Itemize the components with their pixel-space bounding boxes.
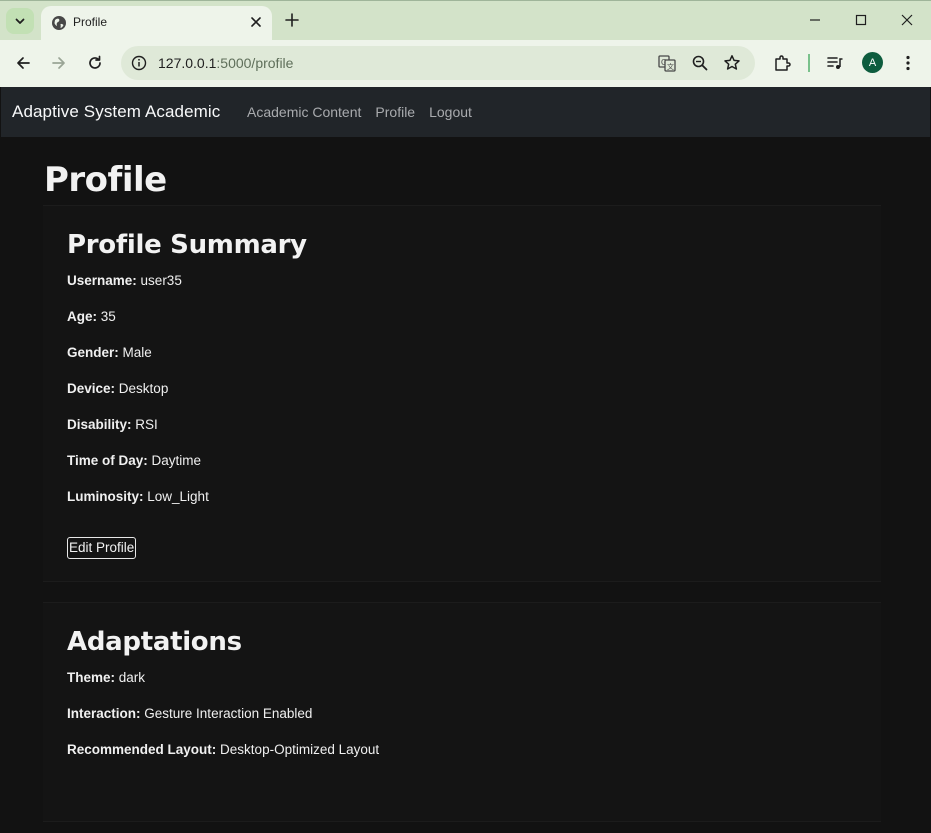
extensions-puzzle-icon[interactable] (773, 54, 791, 72)
zoom-icon[interactable] (691, 54, 709, 72)
field-label: Luminosity: (67, 489, 144, 504)
field-label: Time of Day: (67, 453, 148, 468)
field-value: Gesture Interaction Enabled (144, 706, 313, 721)
tab-search-button[interactable] (6, 8, 34, 34)
site-info-icon[interactable] (131, 55, 147, 71)
field-time-of-day: Time of Day: Daytime (67, 453, 201, 468)
field-label: Username: (67, 273, 137, 288)
field-value: Low_Light (147, 489, 209, 504)
nav-link-logout[interactable]: Logout (429, 104, 472, 120)
new-tab-plus-icon[interactable] (284, 12, 300, 28)
nav-link-profile[interactable]: Profile (375, 104, 415, 120)
chevron-down-icon (14, 15, 26, 27)
translate-icon[interactable]: G文 (658, 54, 676, 72)
bookmark-star-icon[interactable] (723, 54, 741, 72)
field-label: Recommended Layout: (67, 742, 217, 757)
field-value: user35 (140, 273, 182, 288)
more-vertical-icon[interactable] (899, 54, 917, 72)
field-label: Gender: (67, 345, 119, 360)
browser-toolbar: 127.0.0.1:5000/profile G文 (0, 40, 931, 87)
nav-link-academic-content[interactable]: Academic Content (247, 104, 361, 120)
field-label: Interaction: (67, 706, 141, 721)
maximize-icon[interactable] (854, 13, 868, 27)
field-value: 35 (100, 309, 116, 324)
field-label: Device: (67, 381, 116, 396)
field-value: Desktop (118, 381, 169, 396)
field-value: Daytime (151, 453, 202, 468)
reload-icon[interactable] (86, 54, 104, 72)
profile-summary-card: Profile Summary Username: user35 Age: 35… (43, 205, 881, 582)
field-gender: Gender: Male (67, 345, 152, 360)
profile-summary-heading: Profile Summary (67, 230, 307, 260)
field-label: Age: (67, 309, 97, 324)
back-arrow-icon[interactable] (14, 54, 32, 72)
field-disability: Disability: RSI (67, 417, 158, 432)
field-recommended-layout: Recommended Layout: Desktop-Optimized La… (67, 742, 379, 757)
field-value: Desktop-Optimized Layout (220, 742, 380, 757)
toolbar-divider (808, 54, 810, 72)
browser-tab-strip: Profile (0, 0, 931, 41)
field-username: Username: user35 (67, 273, 182, 288)
url-path: :5000/profile (216, 55, 294, 71)
close-icon[interactable] (249, 15, 263, 29)
browser-tab-active[interactable]: Profile (41, 6, 272, 41)
adaptations-heading: Adaptations (67, 627, 242, 657)
field-value: Male (122, 345, 152, 360)
edit-profile-button[interactable]: Edit Profile (67, 537, 137, 559)
page-title: Profile (44, 160, 167, 200)
field-device: Device: Desktop (67, 381, 168, 396)
navbar-brand[interactable]: Adaptive System Academic (12, 102, 220, 122)
svg-text:文: 文 (667, 62, 674, 71)
field-label: Disability: (67, 417, 132, 432)
profile-avatar[interactable]: A (862, 52, 883, 73)
window-close-icon[interactable] (900, 13, 914, 27)
field-value: RSI (135, 417, 158, 432)
field-age: Age: 35 (67, 309, 116, 324)
nav-links: Academic Content Profile Logout (247, 104, 472, 120)
minimize-icon[interactable] (808, 13, 822, 27)
address-bar[interactable]: 127.0.0.1:5000/profile G文 (121, 46, 755, 80)
forward-arrow-icon[interactable] (50, 54, 68, 72)
app-navbar: Adaptive System Academic Academic Conten… (1, 87, 930, 137)
url-text: 127.0.0.1:5000/profile (158, 55, 293, 71)
field-value: dark (118, 670, 146, 685)
field-interaction: Interaction: Gesture Interaction Enabled (67, 706, 312, 721)
media-playlist-icon[interactable] (826, 54, 844, 72)
field-theme: Theme: dark (67, 670, 145, 685)
adaptations-card: Adaptations Theme: dark Interaction: Ges… (43, 602, 881, 822)
globe-icon (51, 15, 67, 31)
tab-title: Profile (73, 15, 108, 29)
field-luminosity: Luminosity: Low_Light (67, 489, 209, 504)
url-host: 127.0.0.1 (158, 55, 217, 71)
field-label: Theme: (67, 670, 116, 685)
